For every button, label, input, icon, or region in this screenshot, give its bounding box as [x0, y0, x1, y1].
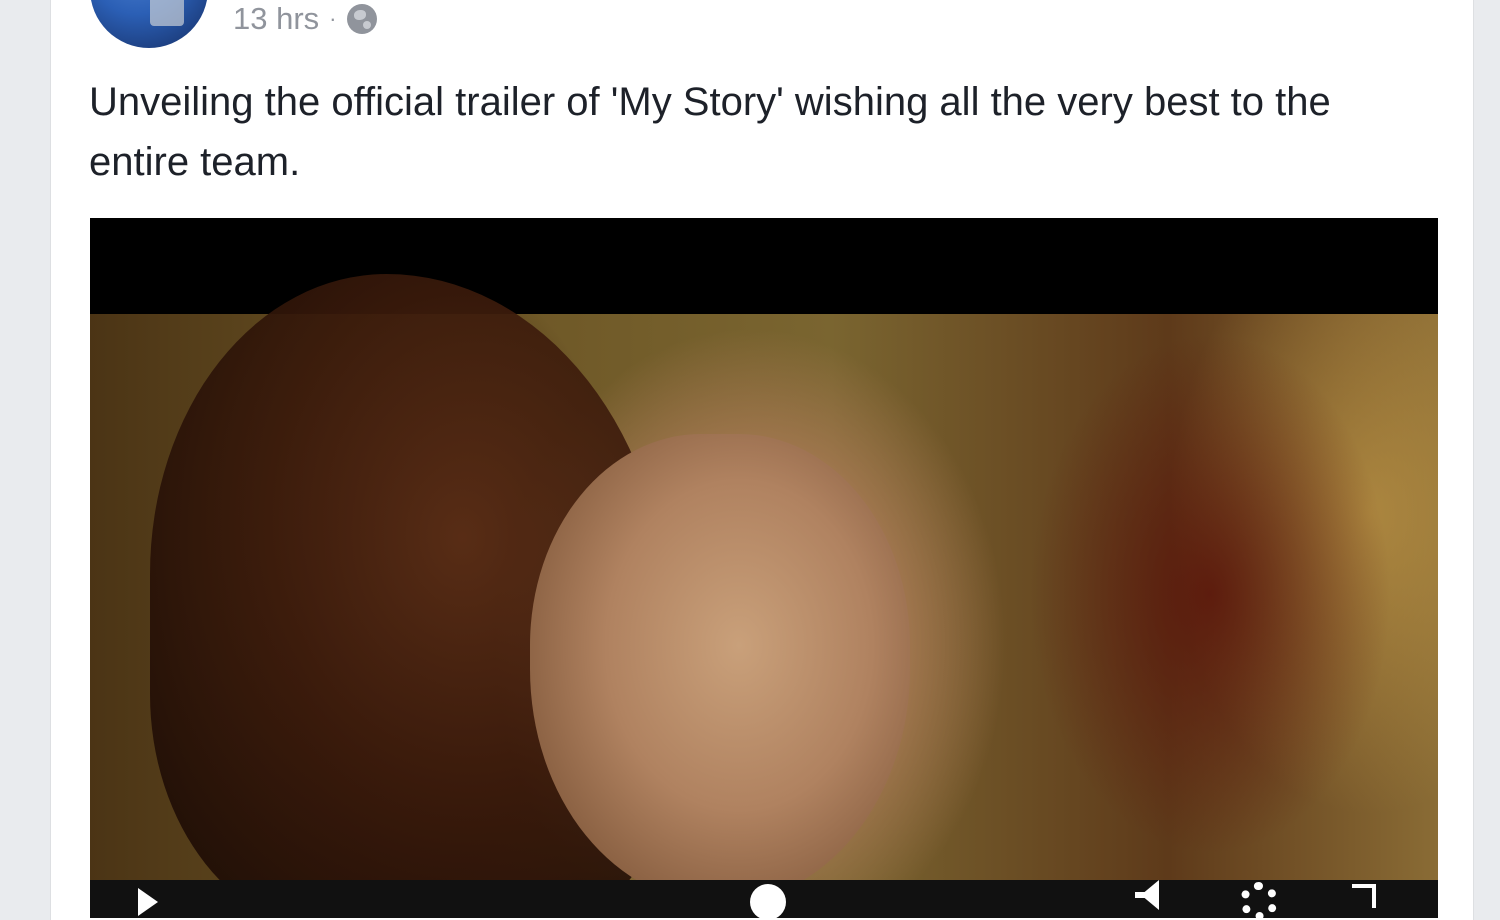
video-subject-face — [530, 434, 910, 904]
globe-icon[interactable] — [346, 4, 377, 34]
video-frame[interactable] — [90, 274, 1438, 918]
post-meta: 13 hrs · — [233, 0, 377, 38]
fullscreen-icon[interactable] — [1352, 884, 1376, 908]
play-icon[interactable] — [138, 888, 158, 916]
meta-separator: · — [329, 6, 337, 31]
volume-icon[interactable] — [1135, 880, 1159, 910]
post-text: Unveiling the official trailer of 'My St… — [89, 80, 1331, 184]
scrubber-icon[interactable] — [750, 884, 786, 918]
settings-icon[interactable] — [1240, 882, 1278, 918]
video-player[interactable] — [90, 218, 1438, 918]
post-timestamp[interactable]: 13 hrs — [233, 1, 319, 37]
avatar-figure — [150, 0, 184, 26]
video-controls — [90, 880, 1438, 918]
